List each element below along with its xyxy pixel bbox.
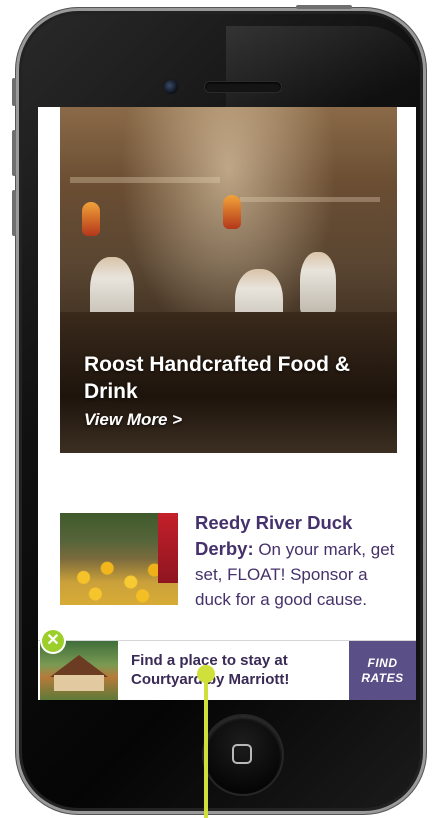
hero-shelf [70, 177, 220, 183]
duck-derby-image[interactable] [60, 513, 178, 605]
hero-shelf [240, 197, 380, 202]
pendant-lamp [82, 202, 100, 236]
volume-up-button [12, 130, 16, 176]
hero-title: Roost Handcrafted Food & Drink [84, 353, 350, 403]
ad-banner[interactable]: Find a place to stay at Courtyard by Mar… [38, 640, 416, 700]
callout-pointer-line [204, 672, 208, 818]
hotel-wall [54, 675, 104, 691]
pendant-lamp [223, 195, 241, 229]
home-square-icon [232, 744, 252, 764]
earpiece-speaker [205, 82, 281, 92]
duck-derby-flag [158, 513, 178, 583]
hero-banner[interactable]: Roost Handcrafted Food & Drink View More… [60, 107, 397, 453]
phone-screen: Roost Handcrafted Food & Drink View More… [38, 107, 416, 700]
front-camera [164, 80, 178, 94]
power-button [296, 5, 352, 9]
find-rates-button[interactable]: FIND RATES [349, 641, 416, 700]
callout-pointer-dot [197, 665, 215, 683]
hotel-roof [50, 655, 108, 677]
home-button[interactable] [204, 716, 282, 794]
view-more-link[interactable]: View More > [84, 410, 182, 430]
ad-text[interactable]: Find a place to stay at Courtyard by Mar… [131, 651, 351, 689]
hero-chef [300, 252, 336, 314]
close-ad-icon[interactable]: ✕ [42, 630, 64, 652]
volume-down-button [12, 190, 16, 236]
silent-switch [12, 78, 16, 106]
duck-derby-story[interactable]: Reedy River Duck Derby: On your mark, ge… [195, 510, 407, 612]
